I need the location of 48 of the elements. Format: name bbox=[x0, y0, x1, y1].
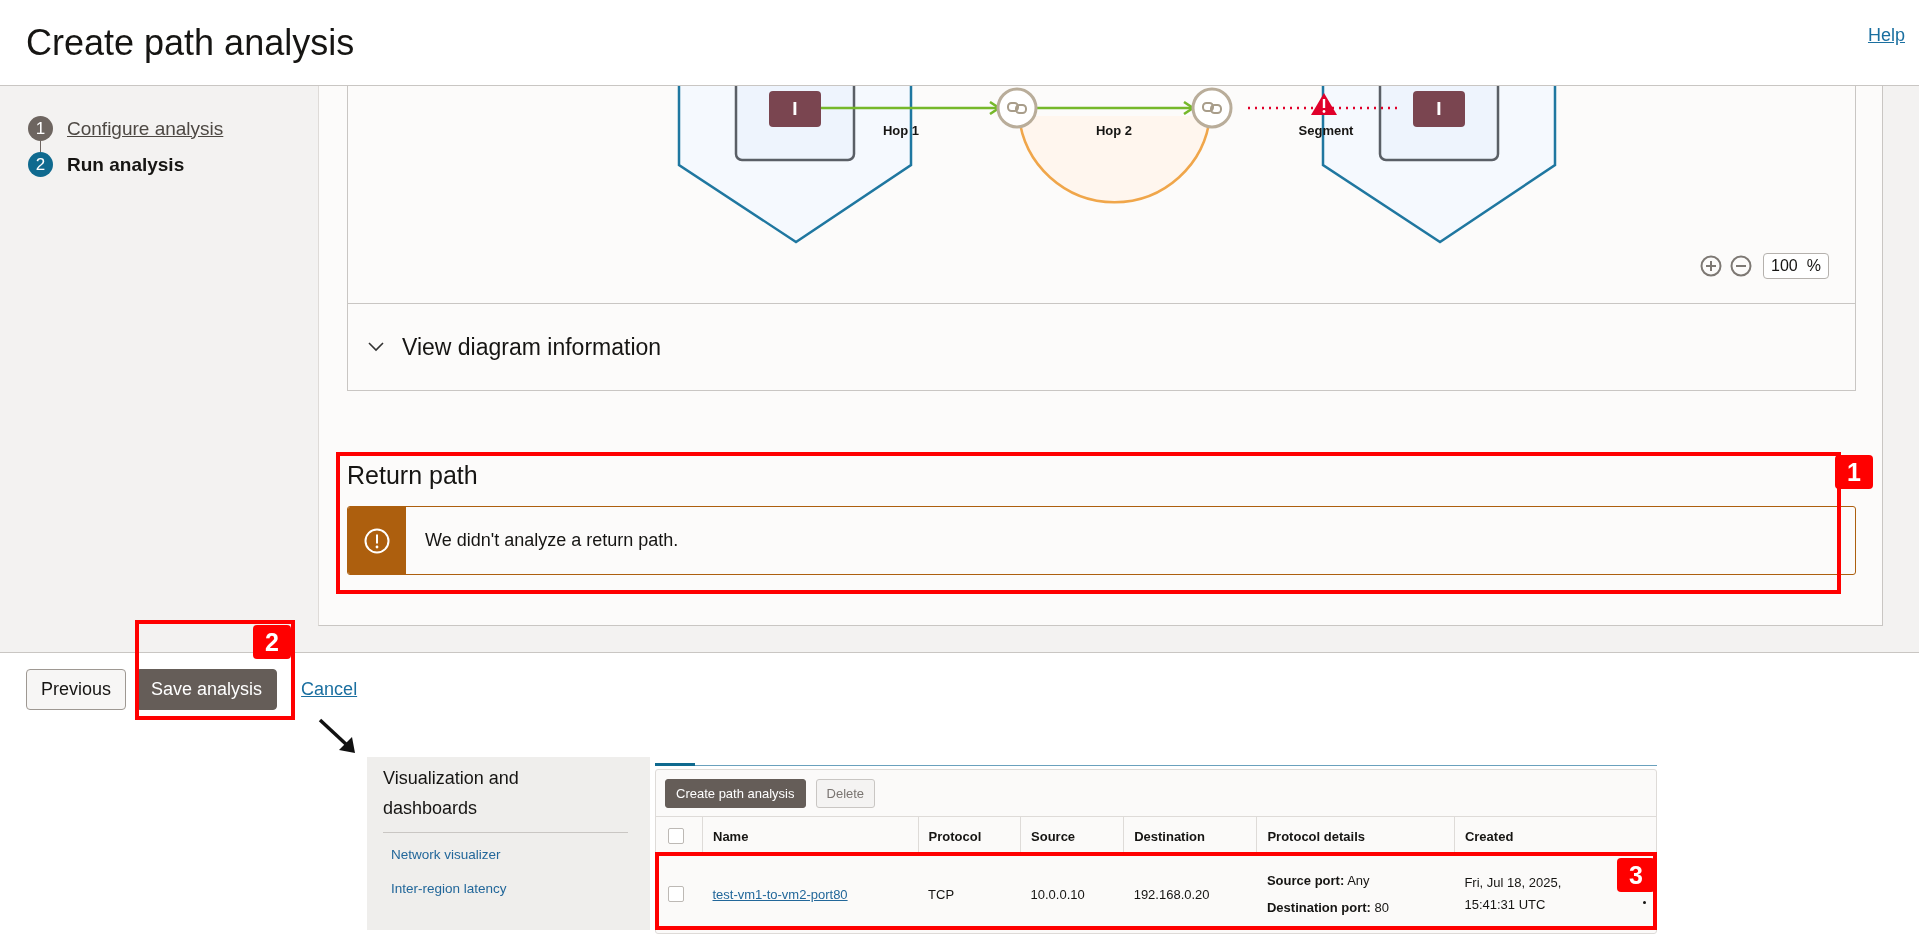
nav-link[interactable]: Network visualizer bbox=[391, 847, 650, 862]
column-header: Destination bbox=[1123, 816, 1257, 855]
previous-button[interactable]: Previous bbox=[26, 669, 127, 710]
link-label: Hop 2 bbox=[1095, 123, 1133, 138]
table-cell-text: 10.0.0.10 bbox=[1029, 885, 1086, 904]
step-badge: 2 bbox=[253, 625, 291, 659]
diagram-info-toggle[interactable]: View diagram information bbox=[368, 333, 662, 361]
chevron-icon bbox=[368, 342, 384, 352]
page-title: Create path analysis bbox=[26, 21, 355, 64]
save-button[interactable]: Save analysis bbox=[136, 669, 278, 710]
select-all-checkbox[interactable] bbox=[668, 828, 684, 844]
row-checkbox[interactable] bbox=[668, 886, 684, 902]
warning-icon bbox=[364, 527, 390, 554]
created-date: Fri, Jul 18, 2025, 15:41:31 UTC bbox=[1464, 874, 1563, 914]
warning-icon bbox=[1311, 93, 1337, 115]
step-link[interactable]: Run analysis bbox=[67, 153, 185, 176]
nav-heading: Visualization and dashboards bbox=[383, 767, 520, 820]
instance-label: I bbox=[792, 98, 798, 119]
column-header: Protocol bbox=[918, 816, 1021, 855]
detail-text: Destination port: 80 bbox=[1266, 900, 1391, 915]
column-header: Created bbox=[1454, 816, 1656, 855]
cancel-link[interactable]: Cancel bbox=[287, 669, 358, 710]
detail-text: Source port: Any bbox=[1266, 873, 1371, 888]
alert-message: We didn't analyze a return path. bbox=[425, 530, 679, 551]
menu-dot-icon[interactable] bbox=[1643, 901, 1646, 904]
step-badge: 3 bbox=[1617, 858, 1655, 892]
instance-label: I bbox=[1436, 98, 1442, 119]
section-title: Return path bbox=[347, 461, 478, 490]
zoom-field[interactable]: 100 % bbox=[1763, 253, 1829, 279]
analysis-link[interactable]: test-vm1-to-vm2-port80 bbox=[712, 886, 848, 902]
arrow bbox=[318, 718, 358, 756]
instance-tile[interactable] bbox=[1413, 91, 1465, 127]
column-header: Protocol details bbox=[1256, 816, 1455, 855]
table-cell-text: 192.168.0.20 bbox=[1132, 885, 1211, 904]
column-header: Source bbox=[1020, 816, 1124, 855]
link-label: Hop 1 bbox=[882, 123, 920, 138]
step-link[interactable]: Configure analysis bbox=[67, 117, 224, 140]
zoom-out-button[interactable] bbox=[1730, 255, 1752, 277]
create-button[interactable]: Create path analysis bbox=[665, 778, 806, 808]
table-cell-text: TCP bbox=[927, 885, 956, 904]
nav-link[interactable]: Inter-region latency bbox=[391, 881, 650, 896]
step-number: 2 bbox=[28, 152, 53, 177]
column-header: Name bbox=[702, 816, 919, 855]
help-link[interactable]: Help bbox=[1867, 25, 1905, 46]
step-badge: 1 bbox=[1835, 455, 1873, 489]
step-number: 1 bbox=[28, 116, 53, 141]
zoom-in-button[interactable] bbox=[1700, 255, 1722, 277]
instance-tile[interactable] bbox=[769, 91, 821, 127]
